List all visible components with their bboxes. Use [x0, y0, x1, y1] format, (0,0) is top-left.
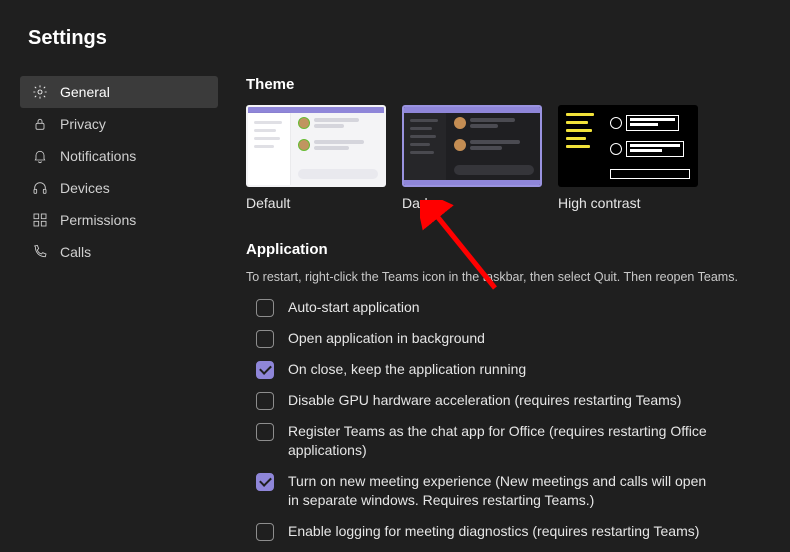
sidebar-item-permissions[interactable]: Permissions — [20, 204, 218, 236]
content-panel: Theme Default — [246, 76, 770, 552]
apps-icon — [32, 212, 48, 228]
option-label: Disable GPU hardware acceleration (requi… — [288, 391, 681, 410]
theme-label: High contrast — [558, 195, 698, 211]
option-open-background: Open application in background — [256, 329, 760, 348]
sidebar-item-general[interactable]: General — [20, 76, 218, 108]
application-hint: To restart, right-click the Teams icon i… — [246, 270, 760, 284]
sidebar-item-label: Devices — [60, 180, 110, 196]
checkbox-new-meeting[interactable] — [256, 473, 274, 491]
option-label: Turn on new meeting experience (New meet… — [288, 472, 718, 510]
theme-dark[interactable]: Dark — [402, 105, 542, 211]
sidebar-item-calls[interactable]: Calls — [20, 236, 218, 268]
option-new-meeting: Turn on new meeting experience (New meet… — [256, 472, 760, 510]
sidebar-item-label: General — [60, 84, 110, 100]
option-disable-gpu: Disable GPU hardware acceleration (requi… — [256, 391, 760, 410]
lock-icon — [32, 116, 48, 132]
option-label: Open application in background — [288, 329, 485, 348]
sidebar-item-label: Notifications — [60, 148, 136, 164]
page-title: Settings — [28, 27, 107, 50]
sidebar-item-privacy[interactable]: Privacy — [20, 108, 218, 140]
theme-high-contrast-preview — [558, 105, 698, 187]
sidebar-item-devices[interactable]: Devices — [20, 172, 218, 204]
option-label: On close, keep the application running — [288, 360, 526, 379]
phone-icon — [32, 244, 48, 260]
sidebar-item-label: Permissions — [60, 212, 136, 228]
option-enable-logging: Enable logging for meeting diagnostics (… — [256, 522, 760, 541]
headset-icon — [32, 180, 48, 196]
theme-label: Default — [246, 195, 386, 211]
sidebar: General Privacy Notifications Devices Pe… — [20, 76, 218, 552]
checkbox-autostart[interactable] — [256, 299, 274, 317]
theme-high-contrast[interactable]: High contrast — [558, 105, 698, 211]
option-label: Enable logging for meeting diagnostics (… — [288, 522, 699, 541]
option-keep-running: On close, keep the application running — [256, 360, 760, 379]
sidebar-item-label: Calls — [60, 244, 91, 260]
theme-default-preview — [246, 105, 386, 187]
checkbox-register-chat[interactable] — [256, 423, 274, 441]
theme-label: Dark — [402, 195, 542, 211]
sidebar-item-notifications[interactable]: Notifications — [20, 140, 218, 172]
option-label: Register Teams as the chat app for Offic… — [288, 422, 718, 460]
checkbox-disable-gpu[interactable] — [256, 392, 274, 410]
theme-options: Default — [246, 105, 760, 211]
application-heading: Application — [246, 241, 760, 258]
theme-heading: Theme — [246, 76, 760, 93]
theme-dark-preview — [402, 105, 542, 187]
sidebar-item-label: Privacy — [60, 116, 106, 132]
option-register-chat: Register Teams as the chat app for Offic… — [256, 422, 760, 460]
checkbox-open-background[interactable] — [256, 330, 274, 348]
bell-icon — [32, 148, 48, 164]
checkbox-keep-running[interactable] — [256, 361, 274, 379]
close-button[interactable] — [730, 22, 762, 54]
checkbox-enable-logging[interactable] — [256, 523, 274, 541]
option-autostart: Auto-start application — [256, 298, 760, 317]
gear-icon — [32, 84, 48, 100]
theme-default[interactable]: Default — [246, 105, 386, 211]
option-label: Auto-start application — [288, 298, 420, 317]
